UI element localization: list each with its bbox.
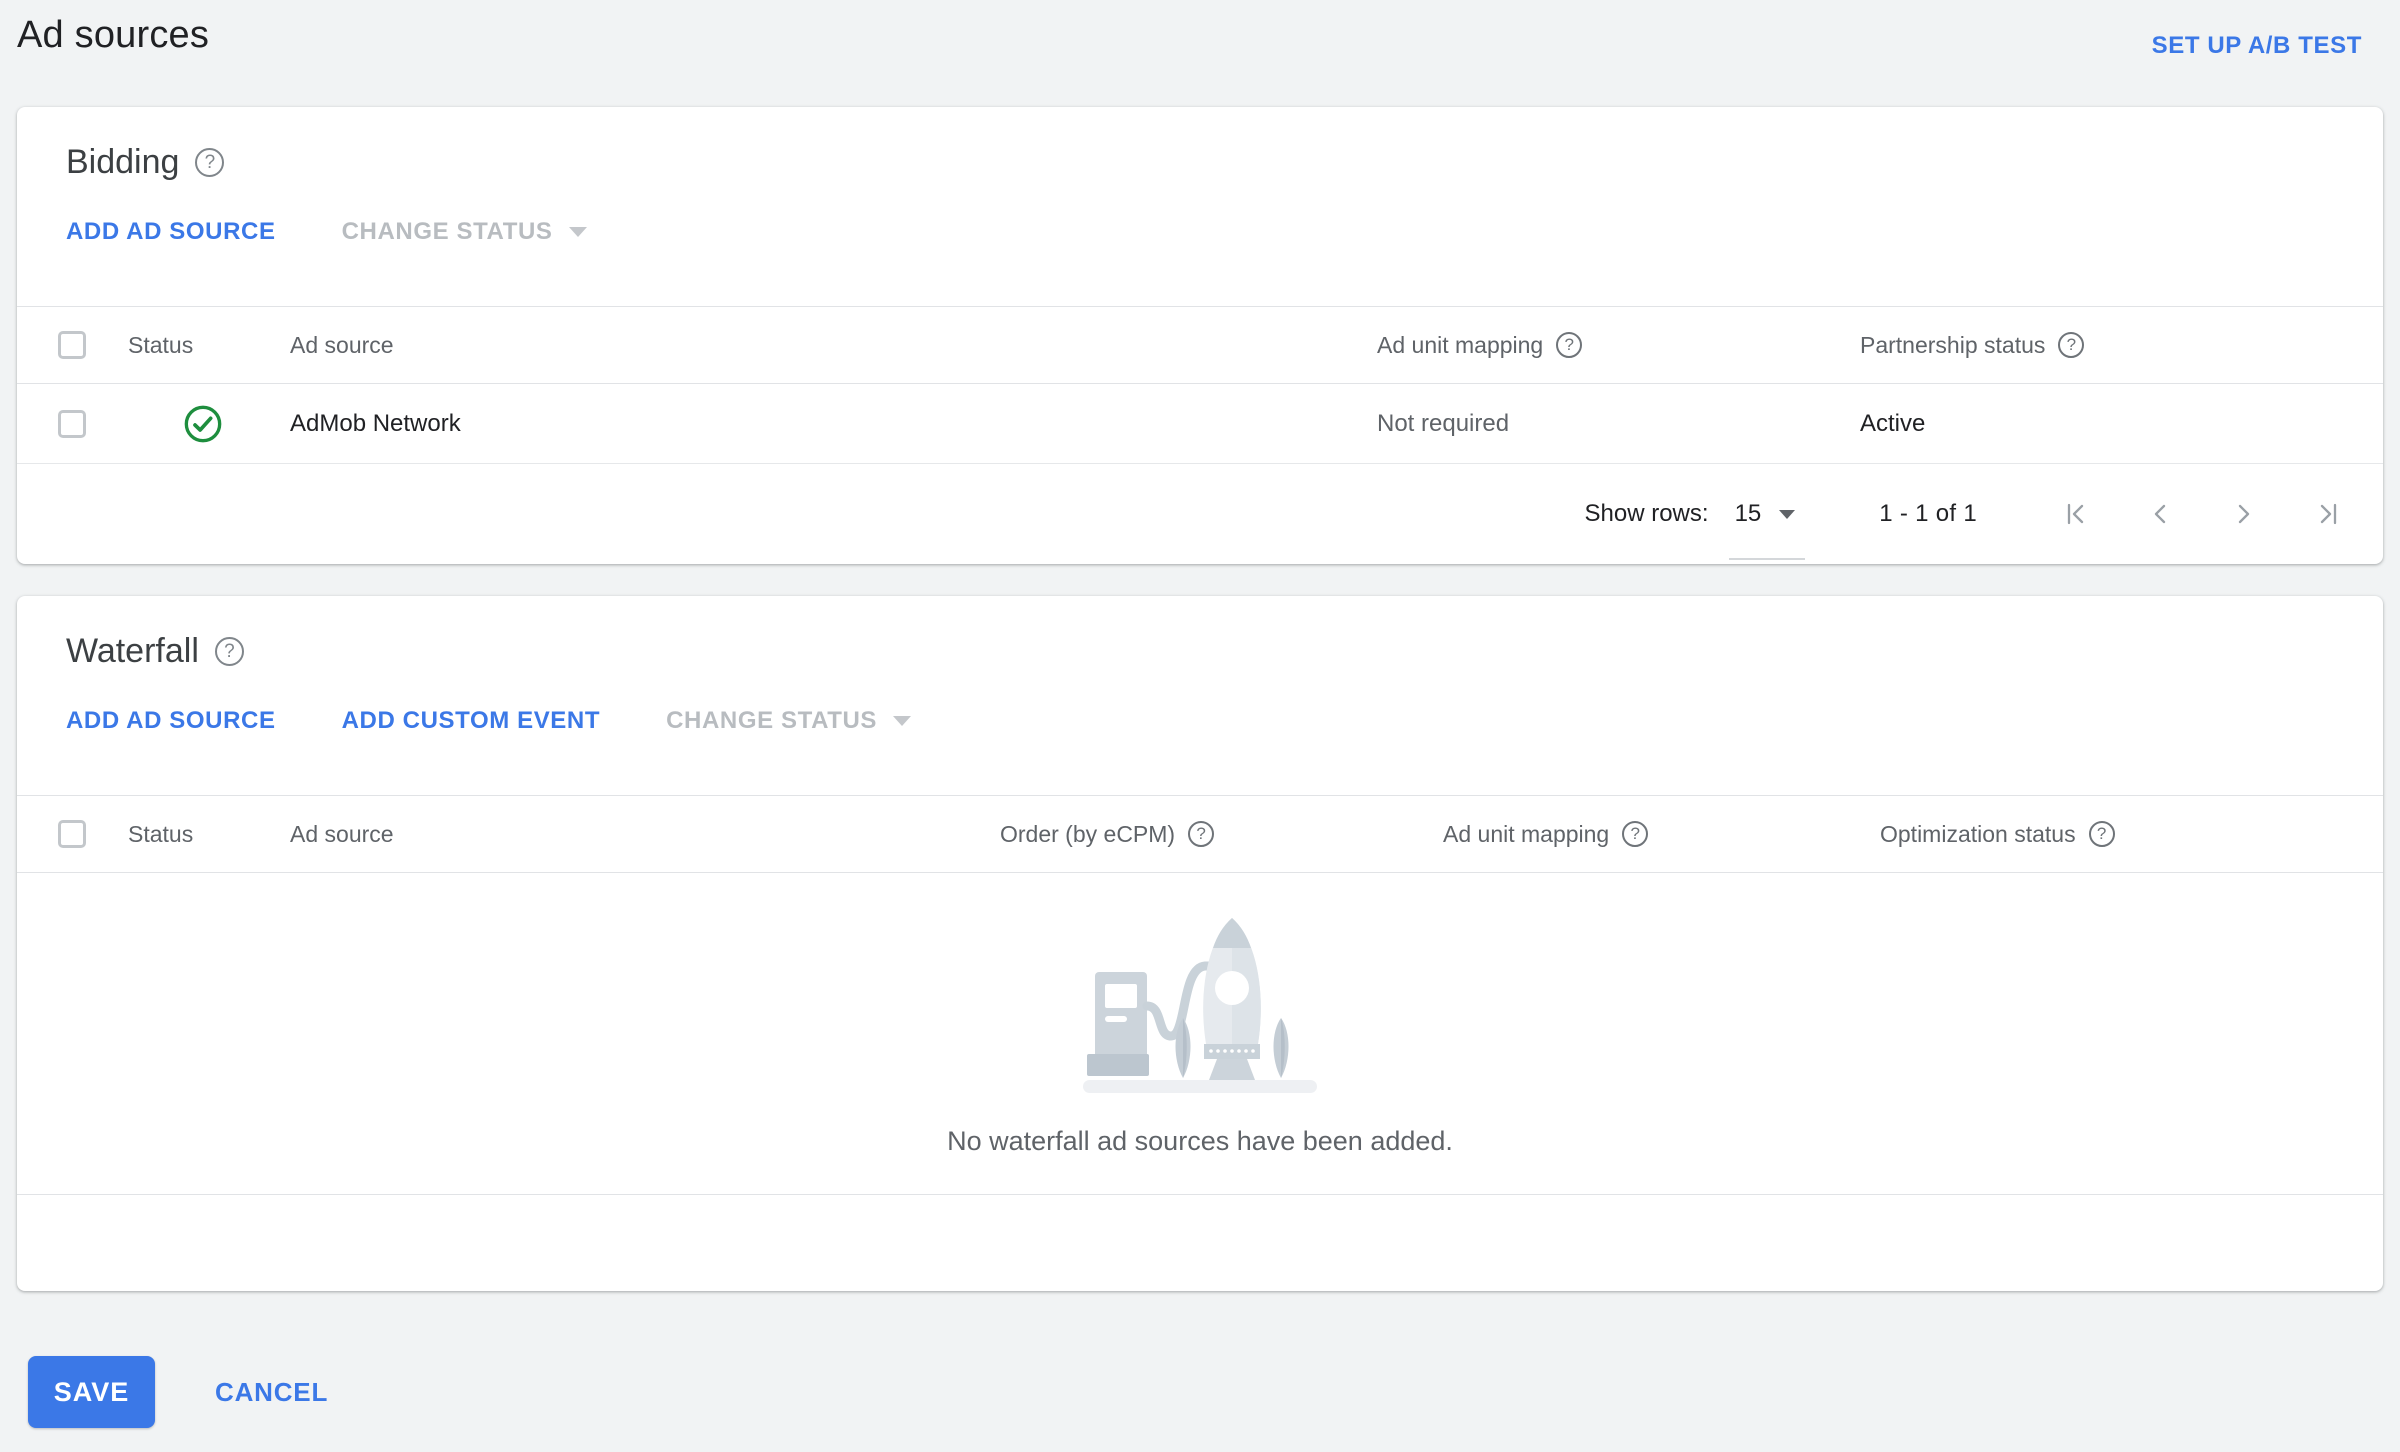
save-button[interactable]: SAVE bbox=[28, 1356, 155, 1428]
status-active-check-icon bbox=[184, 405, 222, 442]
optimization-status-label: Optimization status bbox=[1880, 820, 2076, 847]
col-optimization-status: Optimization status ? bbox=[1880, 821, 2383, 848]
waterfall-add-ad-source-button[interactable]: ADD AD SOURCE bbox=[66, 707, 276, 735]
waterfall-change-status-button: CHANGE STATUS bbox=[666, 707, 912, 735]
waterfall-card: Waterfall ? ADD AD SOURCE ADD CUSTOM EVE… bbox=[17, 596, 2383, 1291]
col-ad-source: Ad source bbox=[290, 820, 394, 847]
order-ecpm-label: Order (by eCPM) bbox=[1000, 820, 1176, 847]
help-icon[interactable]: ? bbox=[2058, 332, 2085, 358]
row-checkbox[interactable] bbox=[58, 409, 86, 438]
change-status-label: CHANGE STATUS bbox=[341, 218, 553, 245]
last-page-button[interactable] bbox=[2313, 499, 2343, 529]
setup-ab-test-link[interactable]: SET UP A/B TEST bbox=[2152, 32, 2362, 60]
footer-bar: SAVE CANCEL bbox=[28, 1356, 2400, 1428]
col-partnership-status: Partnership status ? bbox=[1860, 332, 2383, 359]
col-ad-unit-mapping: Ad unit mapping ? bbox=[1443, 821, 1880, 848]
cell-partnership-status: Active bbox=[1860, 409, 1926, 437]
empty-state-message: No waterfall ad sources have been added. bbox=[947, 1126, 1453, 1156]
cell-ad-unit-mapping: Not required bbox=[1377, 409, 1510, 437]
rocket-fuel-pump-illustration bbox=[1083, 918, 1317, 1093]
col-ad-unit-mapping: Ad unit mapping ? bbox=[1377, 332, 1860, 359]
ad-unit-mapping-label: Ad unit mapping bbox=[1443, 820, 1610, 847]
waterfall-empty-state: No waterfall ad sources have been added. bbox=[17, 873, 2383, 1195]
bidding-change-status-button: CHANGE STATUS bbox=[342, 218, 587, 246]
add-custom-event-button[interactable]: ADD CUSTOM EVENT bbox=[342, 707, 601, 735]
waterfall-title-text: Waterfall bbox=[66, 632, 199, 670]
chevron-down-icon bbox=[893, 716, 912, 726]
partnership-status-label: Partnership status bbox=[1860, 331, 2046, 358]
col-ad-source: Ad source bbox=[290, 331, 394, 358]
help-icon[interactable]: ? bbox=[1188, 821, 1215, 847]
rows-per-page-value: 15 bbox=[1734, 500, 1762, 527]
waterfall-select-all-checkbox[interactable] bbox=[58, 820, 86, 848]
help-icon[interactable]: ? bbox=[1622, 821, 1649, 847]
first-page-button[interactable] bbox=[2061, 499, 2091, 529]
bidding-section-title: Bidding ? bbox=[66, 143, 2334, 182]
waterfall-section-title: Waterfall ? bbox=[66, 632, 2334, 671]
bidding-table-header-row: Status Ad source Ad unit mapping ? Partn… bbox=[17, 307, 2383, 384]
ad-unit-mapping-label: Ad unit mapping bbox=[1377, 331, 1544, 358]
col-status: Status bbox=[128, 820, 194, 847]
chevron-down-icon bbox=[568, 227, 587, 237]
help-icon[interactable]: ? bbox=[214, 637, 244, 666]
change-status-label: CHANGE STATUS bbox=[666, 707, 878, 734]
card-footer-space bbox=[17, 1195, 2383, 1291]
previous-page-button[interactable] bbox=[2145, 499, 2175, 529]
bidding-title-text: Bidding bbox=[66, 143, 180, 181]
col-order-ecpm: Order (by eCPM) ? bbox=[1000, 821, 1443, 848]
help-icon[interactable]: ? bbox=[1556, 332, 1583, 358]
waterfall-table-header-row: Status Ad source Order (by eCPM) ? Ad un… bbox=[17, 796, 2383, 873]
chevron-down-icon bbox=[1779, 509, 1796, 519]
pagination-range: 1 - 1 of 1 bbox=[1879, 500, 1977, 527]
next-page-button[interactable] bbox=[2229, 499, 2259, 529]
show-rows-label: Show rows: bbox=[1584, 500, 1709, 527]
help-icon[interactable]: ? bbox=[195, 148, 225, 177]
bidding-add-ad-source-button[interactable]: ADD AD SOURCE bbox=[66, 218, 276, 246]
pagination-bar: Show rows: 15 1 - 1 of 1 bbox=[17, 464, 2383, 564]
cell-ad-source: AdMob Network bbox=[290, 409, 461, 437]
rows-per-page-select[interactable]: 15 bbox=[1728, 498, 1805, 560]
help-icon[interactable]: ? bbox=[2088, 821, 2115, 847]
table-row: AdMob Network Not required Active bbox=[17, 384, 2383, 464]
page-title: Ad sources bbox=[17, 14, 210, 56]
bidding-select-all-checkbox[interactable] bbox=[58, 331, 86, 359]
waterfall-table: Status Ad source Order (by eCPM) ? Ad un… bbox=[17, 795, 2383, 1291]
page-header: Ad sources SET UP A/B TEST bbox=[0, 0, 2400, 107]
bidding-table: Status Ad source Ad unit mapping ? Partn… bbox=[17, 306, 2383, 564]
cancel-button[interactable]: CANCEL bbox=[215, 1377, 328, 1408]
col-status: Status bbox=[128, 331, 194, 358]
bidding-card: Bidding ? ADD AD SOURCE CHANGE STATUS St… bbox=[17, 107, 2383, 564]
